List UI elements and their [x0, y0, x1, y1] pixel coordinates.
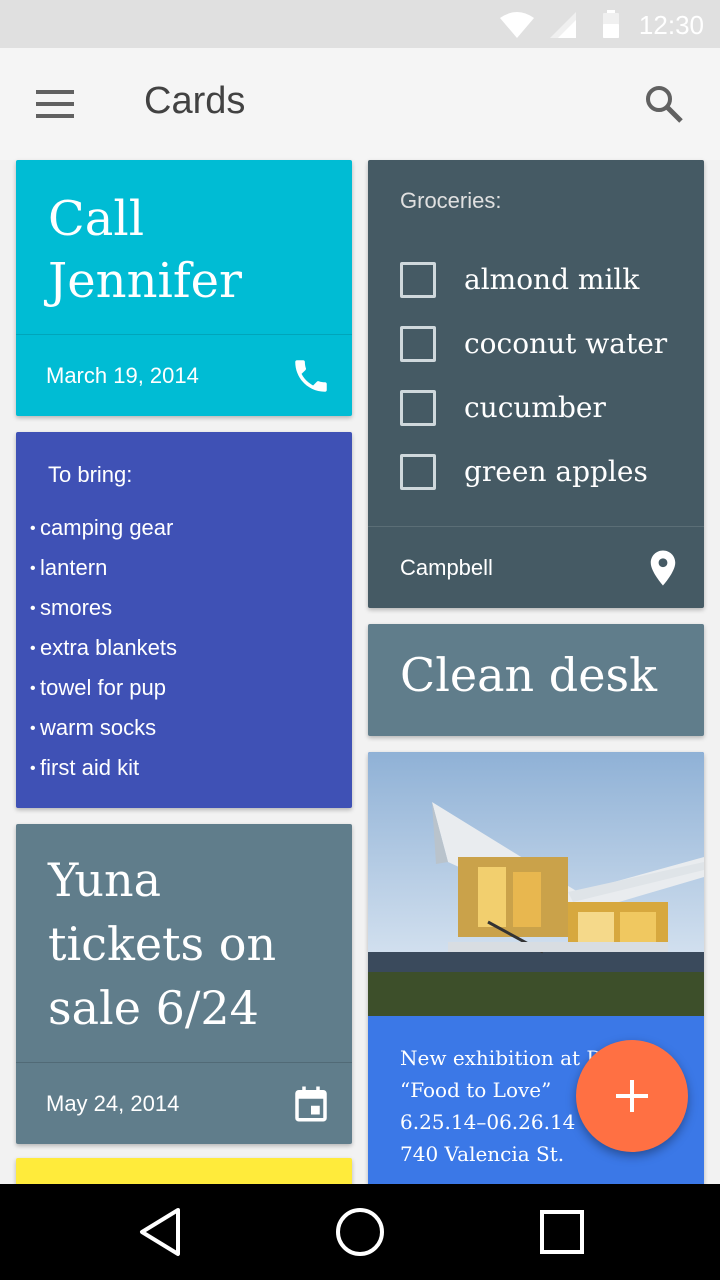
card-groceries[interactable]: Groceries: almond milk coconut water cuc… [368, 160, 704, 608]
phone-icon[interactable] [290, 355, 332, 397]
checklist-item[interactable]: almond milk [400, 260, 700, 300]
checklist-label: coconut water [464, 327, 668, 360]
recents-icon[interactable] [534, 1204, 590, 1260]
wifi-icon [500, 12, 534, 38]
card-date: May 24, 2014 [46, 1091, 180, 1116]
page-title: Cards [144, 80, 246, 122]
checklist-item[interactable]: coconut water [400, 324, 700, 364]
checkbox[interactable] [400, 326, 436, 362]
list-item: extra blankets [30, 628, 177, 668]
card-title: To bring: [48, 462, 133, 487]
card-title: Yuna tickets on sale 6/24 [48, 853, 277, 1035]
card-title: Groceries: [400, 188, 502, 213]
checklist-label: green apples [464, 455, 648, 488]
card-footer: Campbell [368, 526, 704, 608]
card-call-jennifer[interactable]: Call Jennifer March 19, 2014 [16, 160, 352, 416]
card-location: Campbell [400, 555, 493, 580]
card-footer: March 19, 2014 [16, 334, 352, 416]
navigation-bar [0, 1184, 720, 1280]
list-item: smores [30, 588, 177, 628]
checklist-item[interactable]: cucumber [400, 388, 700, 428]
checklist-label: cucumber [464, 391, 606, 424]
app-bar: Cards [0, 48, 720, 160]
checkbox[interactable] [400, 390, 436, 426]
card-footer: May 24, 2014 [16, 1062, 352, 1144]
status-bar: 12:30 [0, 0, 720, 48]
checklist-item[interactable]: green apples [400, 452, 700, 492]
list-item: warm socks [30, 708, 177, 748]
battery-icon [603, 10, 619, 38]
signal-icon [550, 12, 576, 38]
house-photo [368, 752, 704, 1016]
list-item: lantern [30, 548, 177, 588]
card-title: Clean desk [400, 648, 657, 702]
calendar-icon[interactable] [290, 1083, 332, 1125]
search-icon[interactable] [644, 84, 684, 124]
back-icon[interactable] [132, 1204, 188, 1260]
card-clean-desk[interactable]: Clean desk [368, 624, 704, 736]
checklist-label: almond milk [464, 263, 640, 296]
menu-icon[interactable] [36, 90, 74, 118]
checkbox[interactable] [400, 262, 436, 298]
card-yuna-tickets[interactable]: Yuna tickets on sale 6/24 May 24, 2014 [16, 824, 352, 1144]
card-to-bring[interactable]: To bring: camping gear lantern smores ex… [16, 432, 352, 808]
list-item: camping gear [30, 508, 177, 548]
card-title: Call Jennifer [48, 191, 242, 309]
checkbox[interactable] [400, 454, 436, 490]
add-card-button[interactable] [576, 1040, 688, 1152]
list-item: towel for pup [30, 668, 177, 708]
list-item: first aid kit [30, 748, 177, 788]
card-date: March 19, 2014 [46, 363, 199, 388]
home-icon[interactable] [332, 1204, 388, 1260]
status-time: 12:30 [638, 10, 704, 40]
bring-list: camping gear lantern smores extra blanke… [30, 508, 177, 788]
location-pin-icon[interactable] [642, 547, 684, 589]
